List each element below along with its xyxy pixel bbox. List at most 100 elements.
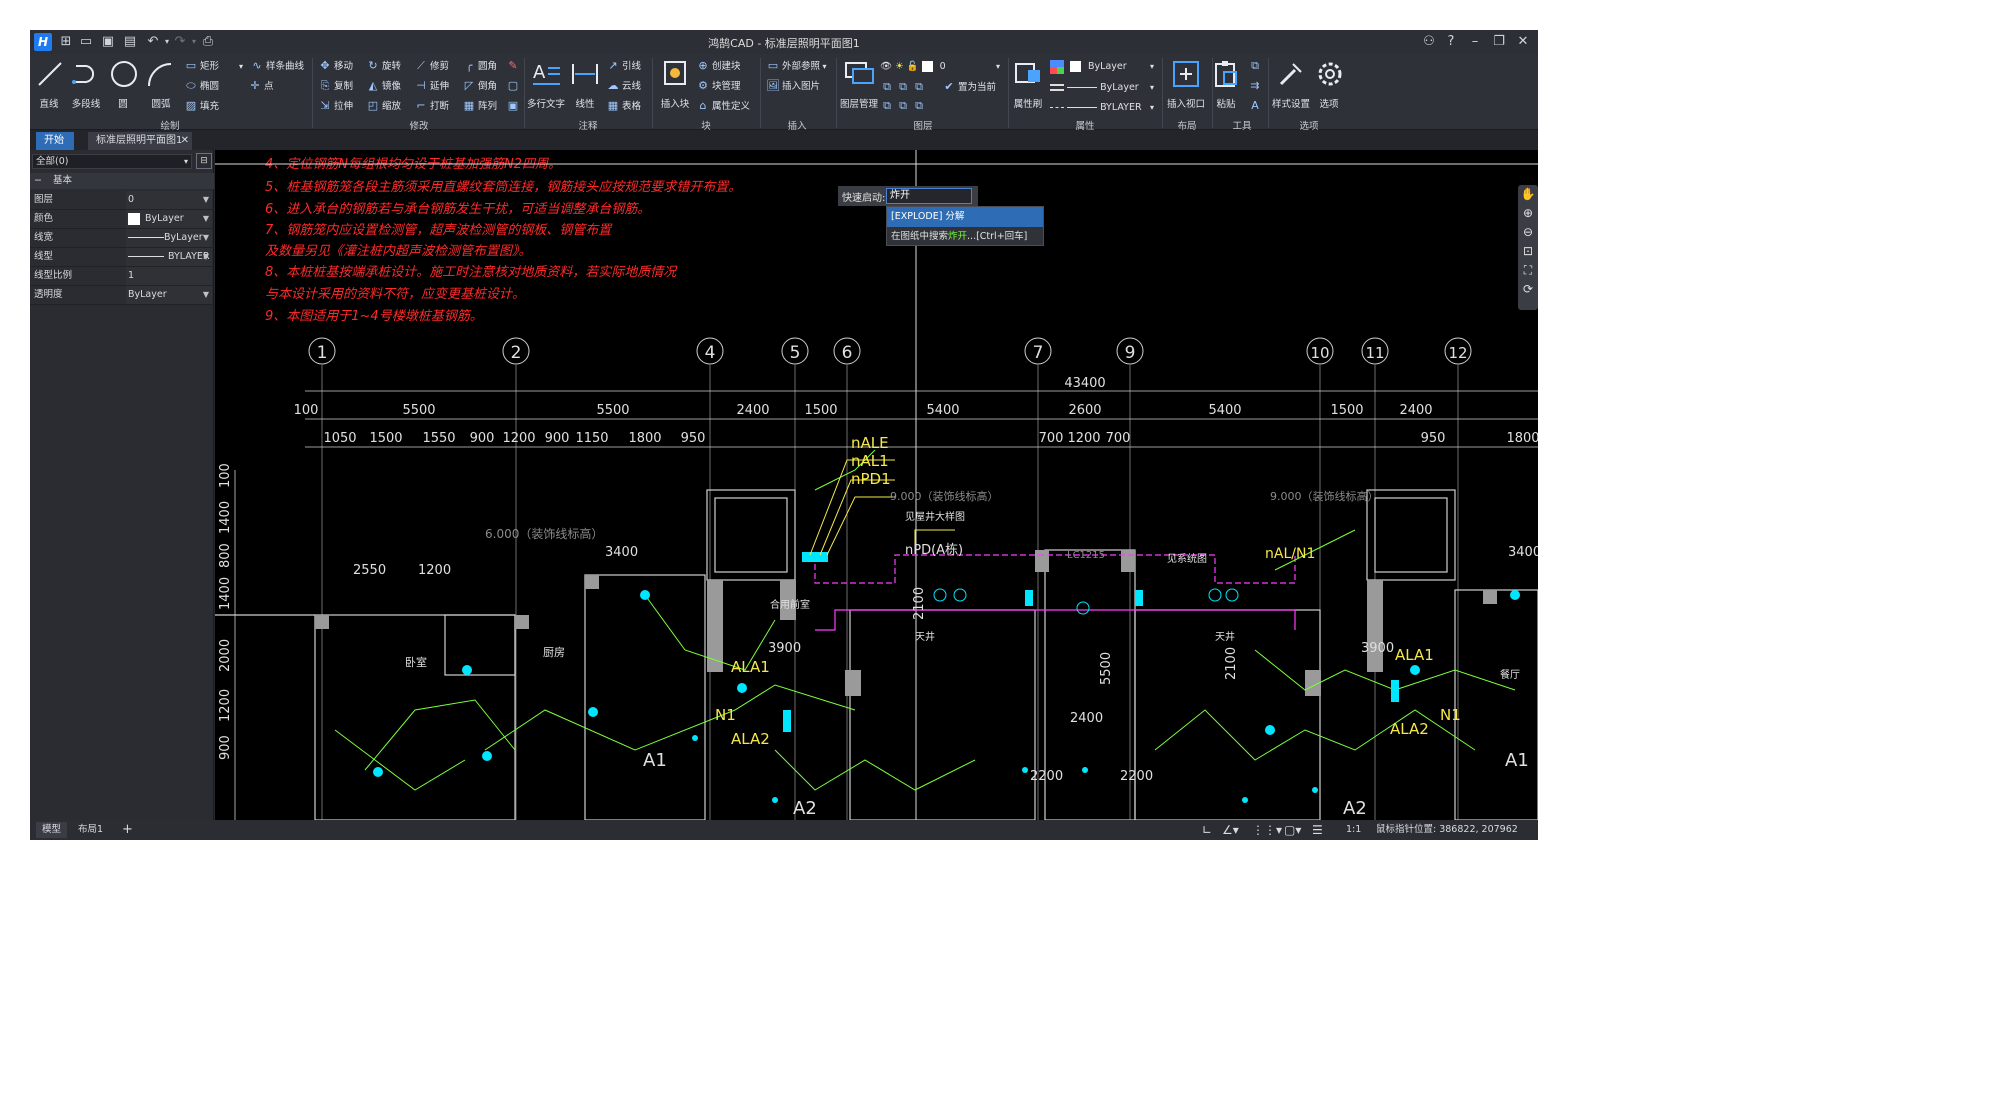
zoom-in-icon[interactable]: ⊕ [1518, 204, 1538, 223]
measure-tool[interactable]: ⇉ [1248, 78, 1264, 94]
scale-tool[interactable]: ◰ 缩放 [366, 98, 401, 114]
lineweight-toggle-icon[interactable]: ☰ [1306, 822, 1329, 838]
scale-display[interactable]: 1:1 [1340, 822, 1367, 838]
revcloud-tool[interactable]: ☁ 云线 [606, 78, 642, 94]
prop-value[interactable]: ByLayer ▼ [126, 286, 212, 304]
eraser-icon: ✎ [508, 59, 518, 72]
zoom-extents-icon[interactable]: ⛶ [1518, 261, 1538, 280]
selection-filter-select[interactable]: 全部(0) ▾ [32, 154, 192, 169]
options-tool[interactable]: 选项 [1314, 58, 1344, 110]
section-basic[interactable]: − 基本 [30, 173, 214, 189]
layer-tools-row1[interactable]: ⧉ ⧉ ⧉ [880, 79, 928, 95]
table-tool[interactable]: ▦ 表格 [606, 98, 641, 114]
prop-value[interactable]: 0 ▼ [126, 191, 212, 209]
pan-icon[interactable]: ✋ [1518, 185, 1538, 204]
attdef-tool[interactable]: ⌂ 属性定义 [696, 98, 751, 114]
add-layout-button[interactable]: + [116, 822, 139, 838]
copy-tool[interactable]: ⎘ 复制 [318, 78, 353, 94]
insert-image-tool[interactable]: 🖼 插入图片 [766, 78, 820, 94]
create-block-tool[interactable]: ⊕ 创建块 [696, 58, 740, 74]
ellipse-tool[interactable]: ⬭ 椭圆 [184, 78, 219, 94]
copy-clip-tool[interactable]: ⧉ [1248, 58, 1264, 74]
leader-tool[interactable]: ↗ 引线 [606, 58, 641, 74]
user-icon[interactable]: ⚇ [1420, 33, 1438, 51]
extend-tool[interactable]: ⊣ 延伸 [414, 78, 449, 94]
zoom-window-icon[interactable]: ⊡ [1518, 242, 1538, 261]
chevron-down-icon: ▾ [183, 157, 188, 166]
close-button[interactable]: ✕ [1514, 33, 1532, 51]
zoom-out-icon[interactable]: ⊖ [1518, 223, 1538, 242]
tab-close-icon[interactable]: ✕ [181, 132, 189, 150]
rotate-tool[interactable]: ↻ 旋转 [366, 58, 401, 74]
insert-block-tool[interactable]: 插入块 [656, 58, 694, 110]
offset-tool[interactable]: ▢ [506, 78, 522, 94]
trim-tool[interactable]: ⟋ 修剪 [414, 58, 449, 74]
mtext-tool[interactable]: A 多行文字 [526, 58, 566, 110]
dim-text: 2000 [218, 639, 233, 672]
osnap-icon[interactable]: ▢▾ [1278, 822, 1307, 838]
paste-tool[interactable]: 粘贴 [1208, 58, 1244, 110]
point-tool[interactable]: ✛ 点 [248, 78, 273, 94]
style-settings-tool[interactable]: 样式设置 [1270, 58, 1312, 110]
quick-launch-input[interactable]: 炸开 [886, 188, 972, 204]
plan-labels: nALE nAL1 nPD1 9.000（装饰线标高） 6.000（装饰线标高）… [353, 434, 1538, 819]
axis-label: 6 [842, 343, 853, 363]
drawing-canvas[interactable]: 4、定位钢筋N每组根均匀设于桩基加强筋N2四周。 5、桩基钢筋笼各段主筋须采用直… [215, 150, 1538, 820]
note-text: 及数量另见《灌注桩内超声波检测管布置图》。 [265, 243, 532, 259]
fillet-tool[interactable]: ╭ 圆角 [462, 58, 497, 74]
quick-select-button[interactable]: ⊟ [196, 153, 212, 169]
polar-icon[interactable]: ∠▾ [1216, 822, 1245, 838]
chevron-down-icon: ▼ [202, 233, 209, 242]
array-tool[interactable]: ▦ 阵列 [462, 98, 497, 114]
prop-value[interactable]: 1 [126, 267, 212, 285]
layer-tools-row2[interactable]: ⧉ ⧉ ⧉ [880, 98, 928, 114]
insert-viewport-tool[interactable]: 插入视口 [1164, 58, 1208, 110]
xref-tool[interactable]: ▭ 外部参照 ▾ [766, 58, 827, 74]
prop-value[interactable]: ByLayer ▼ [126, 210, 212, 228]
help-icon[interactable]: ? [1442, 33, 1460, 51]
orbit-icon[interactable]: ⟳ [1518, 280, 1538, 299]
arc-tool[interactable]: 圆弧 [144, 58, 178, 110]
dim-linear-tool[interactable]: 线性 [568, 58, 602, 110]
plan-label: A2 [1343, 798, 1367, 819]
polyline-tool[interactable]: 多段线 [68, 58, 104, 110]
linetype-dropdown-icon: ▾ [1149, 103, 1154, 112]
layer-combo[interactable]: 👁 ☀ 🔓 0 ▾ [880, 59, 1000, 75]
explode-tool[interactable]: ▣ [506, 98, 522, 114]
chamfer-tool[interactable]: ◸ 倒角 [462, 78, 497, 94]
match-prop-tool[interactable]: 属性刷 [1010, 58, 1046, 110]
suggestion-item-explode[interactable]: [EXPLODE] 分解 [887, 207, 1043, 227]
spline-tool[interactable]: ▾ ∿ 样条曲线 [234, 58, 304, 74]
color-palette-icon[interactable] [1050, 60, 1064, 74]
tab-home[interactable]: 开始 [36, 132, 74, 150]
prop-value[interactable]: BYLAYER ▼ [126, 248, 212, 266]
set-current-tool[interactable]: ✔ 置为当前 [942, 79, 996, 95]
restore-button[interactable]: ❐ [1490, 33, 1508, 51]
block-manager-tool[interactable]: ⚙ 块管理 [696, 78, 740, 94]
erase-tool[interactable]: ✎ [506, 58, 522, 74]
dim-linear-icon [572, 64, 598, 84]
move-tool[interactable]: ✥ 移动 [318, 58, 353, 74]
ortho-icon[interactable]: ∟ [1196, 822, 1218, 838]
tab-document[interactable]: 标准层照明平面图1 ✕ [88, 132, 192, 150]
layer-manager-tool[interactable]: 图层管理 [838, 58, 880, 110]
lineweight-combo[interactable]: ByLayer ▾ [1050, 80, 1154, 96]
tab-layout1[interactable]: 布局1 [72, 822, 109, 838]
mirror-tool[interactable]: ◭ 镜像 [366, 78, 401, 94]
break-tool[interactable]: ⌐ 打断 [414, 98, 449, 114]
circle-icon [111, 61, 137, 87]
rect-tool[interactable]: ▭ 矩形 [184, 58, 219, 74]
line-tool[interactable]: 直线 [34, 58, 64, 110]
hatch-tool[interactable]: ▨ 填充 [184, 98, 219, 114]
circle-tool[interactable]: 圆 [108, 58, 138, 110]
dim-text: 2400 [736, 403, 769, 418]
prop-value[interactable]: ByLayer ▼ [126, 229, 212, 247]
suggestion-item-search[interactable]: 在图纸中搜索炸开...[Ctrl+回车] [887, 227, 1043, 246]
text-find-tool[interactable]: A [1248, 98, 1264, 114]
minimize-button[interactable]: – [1466, 33, 1484, 51]
dim-text: 100 [294, 403, 319, 418]
tab-model[interactable]: 模型 [36, 822, 68, 838]
linetype-combo[interactable]: BYLAYER ▾ [1050, 100, 1154, 116]
color-combo[interactable]: ByLayer ▾ [1070, 59, 1154, 75]
stretch-tool[interactable]: ⇲ 拉伸 [318, 98, 353, 114]
